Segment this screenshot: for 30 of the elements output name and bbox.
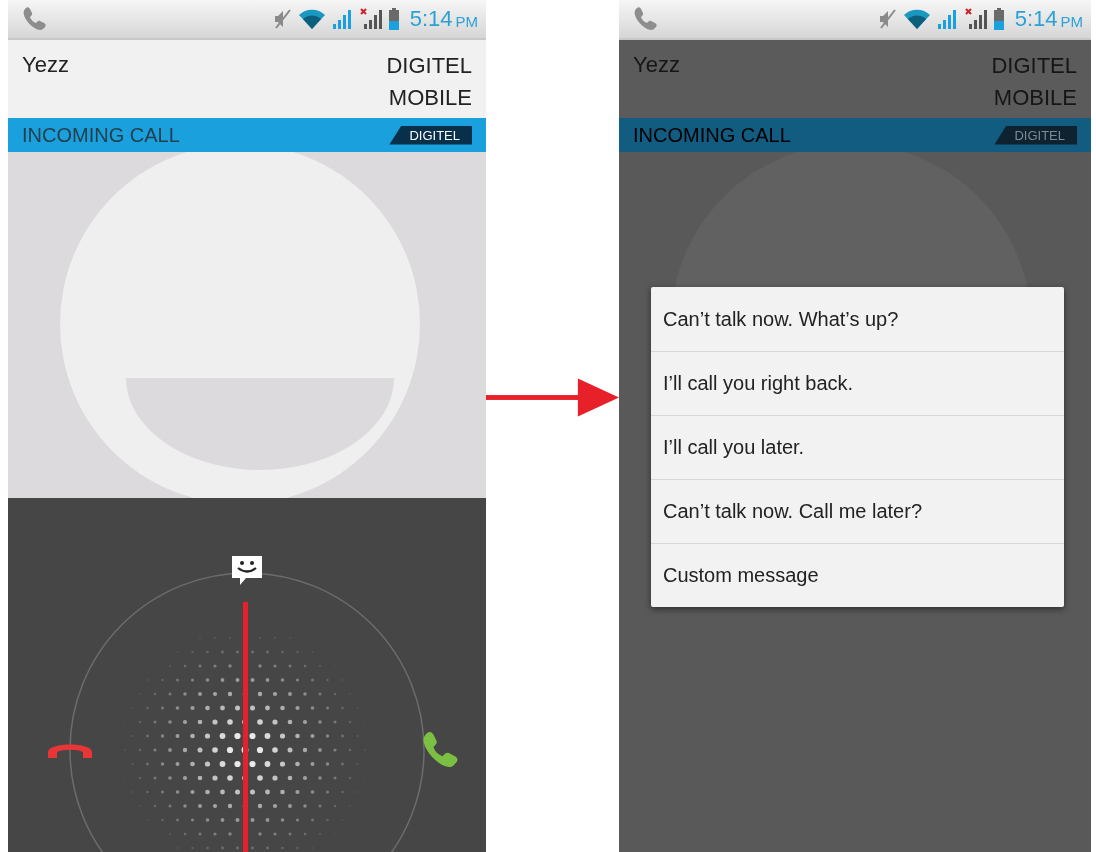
wifi-icon [902,8,931,30]
carrier-name: MOBILE [993,84,1077,112]
response-item[interactable]: Custom message [651,543,1064,607]
battery-icon [992,8,1005,30]
call-status: INCOMING CALL [22,123,180,147]
signal-no-data-icon [359,8,382,30]
signal-icon [331,8,354,30]
clock: 5:14 [409,6,453,32]
caller-name: Yezz [633,51,680,79]
clock-suffix: PM [1060,11,1083,30]
signal-no-data-icon [964,8,987,30]
call-status: INCOMING CALL [633,123,791,147]
caller-name: Yezz [22,51,69,79]
signal-icon [936,8,959,30]
carrier-name: DIGITEL [991,52,1077,80]
clock-suffix: PM [455,11,478,30]
carrier-name: MOBILE [388,84,472,112]
muted-speaker-icon [273,8,292,30]
battery-icon [387,8,400,30]
clock: 5:14 [1014,6,1058,32]
response-item[interactable]: Can’t talk now. Call me later? [651,479,1064,543]
response-item[interactable]: I’ll call you later. [651,415,1064,479]
carrier-badge: DIGITEL [389,125,472,145]
response-item[interactable]: Can’t talk now. What’s up? [651,287,1064,351]
wifi-icon [297,8,326,30]
carrier-name: DIGITEL [386,52,472,80]
carrier-badge: DIGITEL [994,125,1077,145]
message-icon[interactable] [230,554,264,586]
response-item[interactable]: I’ll call you right back. [651,351,1064,415]
muted-speaker-icon [878,8,897,30]
